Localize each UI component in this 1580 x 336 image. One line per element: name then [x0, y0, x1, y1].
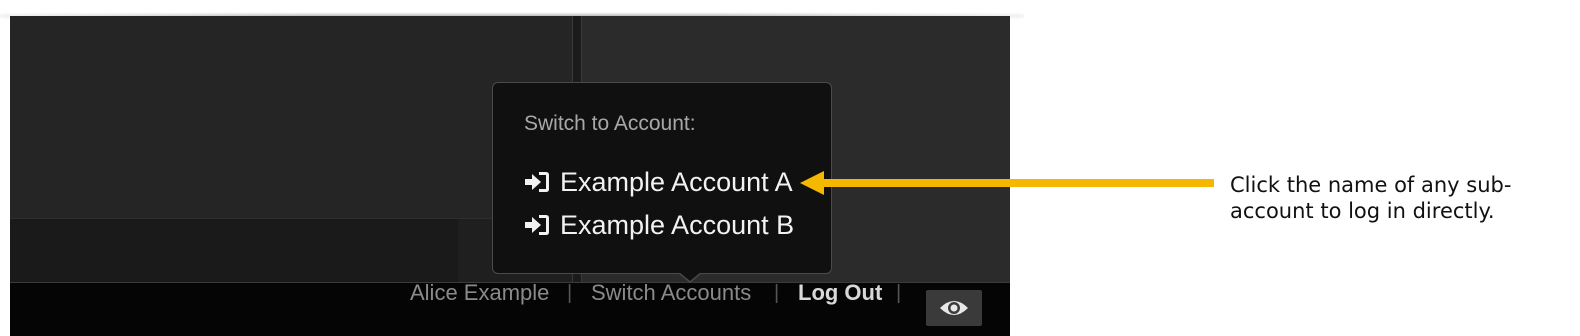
account-item-a[interactable]: Example Account A — [524, 165, 793, 199]
log-out-link[interactable]: Log Out — [798, 278, 882, 308]
footer-separator: | — [774, 282, 780, 304]
footer-user-name[interactable]: Alice Example — [410, 278, 549, 308]
eye-toggle-button[interactable] — [926, 290, 982, 326]
account-label: Example Account B — [560, 210, 795, 240]
popover-caret-inner — [679, 272, 701, 281]
sign-in-icon — [525, 172, 549, 192]
annotation-arrow — [800, 171, 1214, 195]
popover-title: Switch to Account: — [524, 112, 696, 135]
eye-icon — [940, 301, 968, 315]
sign-in-icon — [525, 215, 549, 235]
account-item-b[interactable]: Example Account B — [524, 208, 794, 242]
left-panel-lower — [10, 218, 572, 283]
left-panel — [10, 16, 572, 218]
footer-separator: | — [896, 282, 902, 304]
footer-separator: | — [567, 282, 573, 304]
account-label: Example Account A — [560, 167, 793, 197]
switch-accounts-link[interactable]: Switch Accounts — [591, 278, 751, 308]
annotation-text: Click the name of any sub-account to log… — [1230, 173, 1512, 223]
